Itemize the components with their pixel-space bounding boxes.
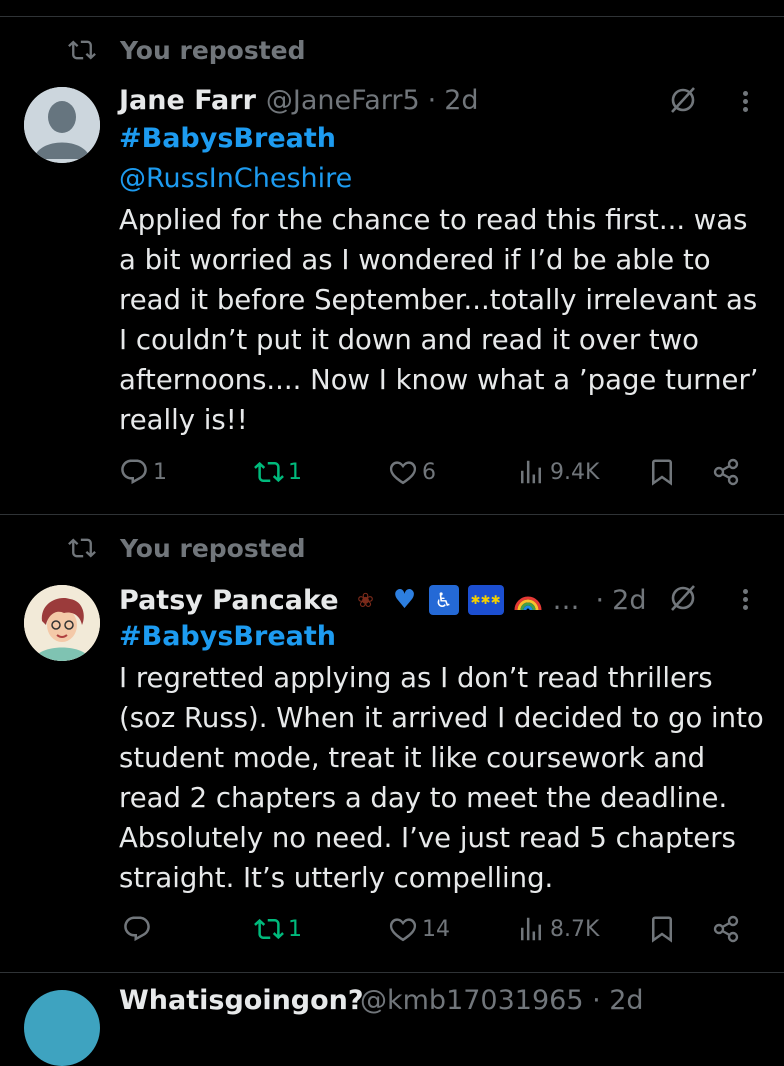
repost-label: You reposted (120, 35, 306, 65)
tweet-header: Patsy Pancake ❀ ♥ ♿ ✱✱✱ … · 2d (119, 582, 646, 618)
wheelchair-symbol-icon: ♿ (428, 585, 459, 615)
display-name[interactable]: Patsy Pancake (119, 585, 339, 616)
views-button[interactable]: 9.4K (516, 457, 599, 487)
bookmark-button[interactable] (647, 914, 677, 944)
truncated-ellipsis: … (552, 584, 580, 616)
share-button[interactable] (711, 914, 741, 944)
reply-icon (124, 916, 150, 942)
top-divider (0, 16, 784, 17)
display-name[interactable]: Whatisgoingon? (119, 985, 364, 1016)
display-name[interactable]: Jane Farr (119, 85, 256, 116)
view-count: 9.4K (550, 459, 600, 485)
bookmark-icon (652, 459, 672, 486)
repost-label: You reposted (120, 533, 306, 563)
avatar[interactable] (24, 585, 100, 661)
views-chart-icon (521, 460, 541, 484)
repost-button[interactable]: 1 (254, 914, 302, 944)
like-button[interactable]: 6 (388, 457, 436, 487)
views-button[interactable]: 8.7K (516, 914, 599, 944)
rainbow-icon (513, 585, 543, 615)
view-count: 8.7K (550, 916, 600, 942)
like-button[interactable]: 14 (388, 914, 450, 944)
heart-icon (389, 918, 417, 942)
repost-indicator: You reposted (66, 532, 306, 564)
user-handle[interactable]: @JaneFarr5 (266, 85, 420, 116)
more-options-icon[interactable] (740, 586, 750, 616)
repost-icon (68, 538, 96, 558)
reply-count: 1 (153, 459, 167, 485)
bookmark-icon (652, 916, 672, 943)
eu-flag-icon: ✱✱✱ (467, 585, 504, 615)
illustrated-avatar-icon (24, 585, 100, 661)
tweet-divider (0, 972, 784, 973)
timestamp[interactable]: 2d (444, 85, 478, 116)
blue-heart-icon: ♥ (392, 585, 417, 615)
reply-icon (121, 459, 147, 485)
repost-button[interactable]: 1 (254, 457, 302, 487)
reply-button[interactable] (122, 914, 156, 944)
repost-count: 1 (288, 459, 302, 485)
repost-icon (254, 918, 284, 940)
avatar[interactable] (24, 990, 100, 1066)
grok-icon[interactable] (668, 583, 698, 613)
repost-icon (68, 40, 96, 60)
tweet-actions: 1 14 8.7K (0, 914, 784, 954)
reply-button[interactable]: 1 (119, 457, 167, 487)
default-avatar-icon (24, 87, 100, 163)
tweet-text: Applied for the chance to read this firs… (119, 204, 759, 436)
separator-dot: · (427, 84, 437, 116)
like-count: 6 (422, 459, 436, 485)
share-icon (713, 458, 739, 486)
repost-indicator: You reposted (66, 34, 306, 66)
bookmark-button[interactable] (647, 457, 677, 487)
hashtag-link[interactable]: #BabysBreath (119, 123, 336, 154)
separator-dot: · (595, 584, 605, 616)
grok-icon[interactable] (668, 85, 698, 115)
hashtag-link[interactable]: #BabysBreath (119, 621, 336, 652)
mention-link[interactable]: @RussInCheshire (119, 163, 352, 194)
like-count: 14 (422, 916, 450, 942)
repost-count: 1 (288, 916, 302, 942)
share-button[interactable] (711, 457, 741, 487)
views-chart-icon (521, 917, 541, 941)
timestamp[interactable]: 2d (612, 585, 646, 616)
tweet-text: I regretted applying as I don’t read thr… (119, 662, 764, 894)
more-options-icon[interactable] (740, 88, 750, 118)
heart-icon (389, 461, 417, 485)
wilted-rose-icon: ❀ (357, 588, 374, 612)
user-handle[interactable]: @kmb17031965 · 2d (360, 985, 644, 1016)
share-icon (713, 915, 739, 943)
tweet-actions: 1 1 6 9.4K (0, 457, 784, 497)
tweet-header: Jane Farr @JaneFarr5 · 2d (119, 82, 479, 118)
repost-icon (254, 461, 284, 483)
avatar[interactable] (24, 87, 100, 163)
tweet-divider (0, 514, 784, 515)
